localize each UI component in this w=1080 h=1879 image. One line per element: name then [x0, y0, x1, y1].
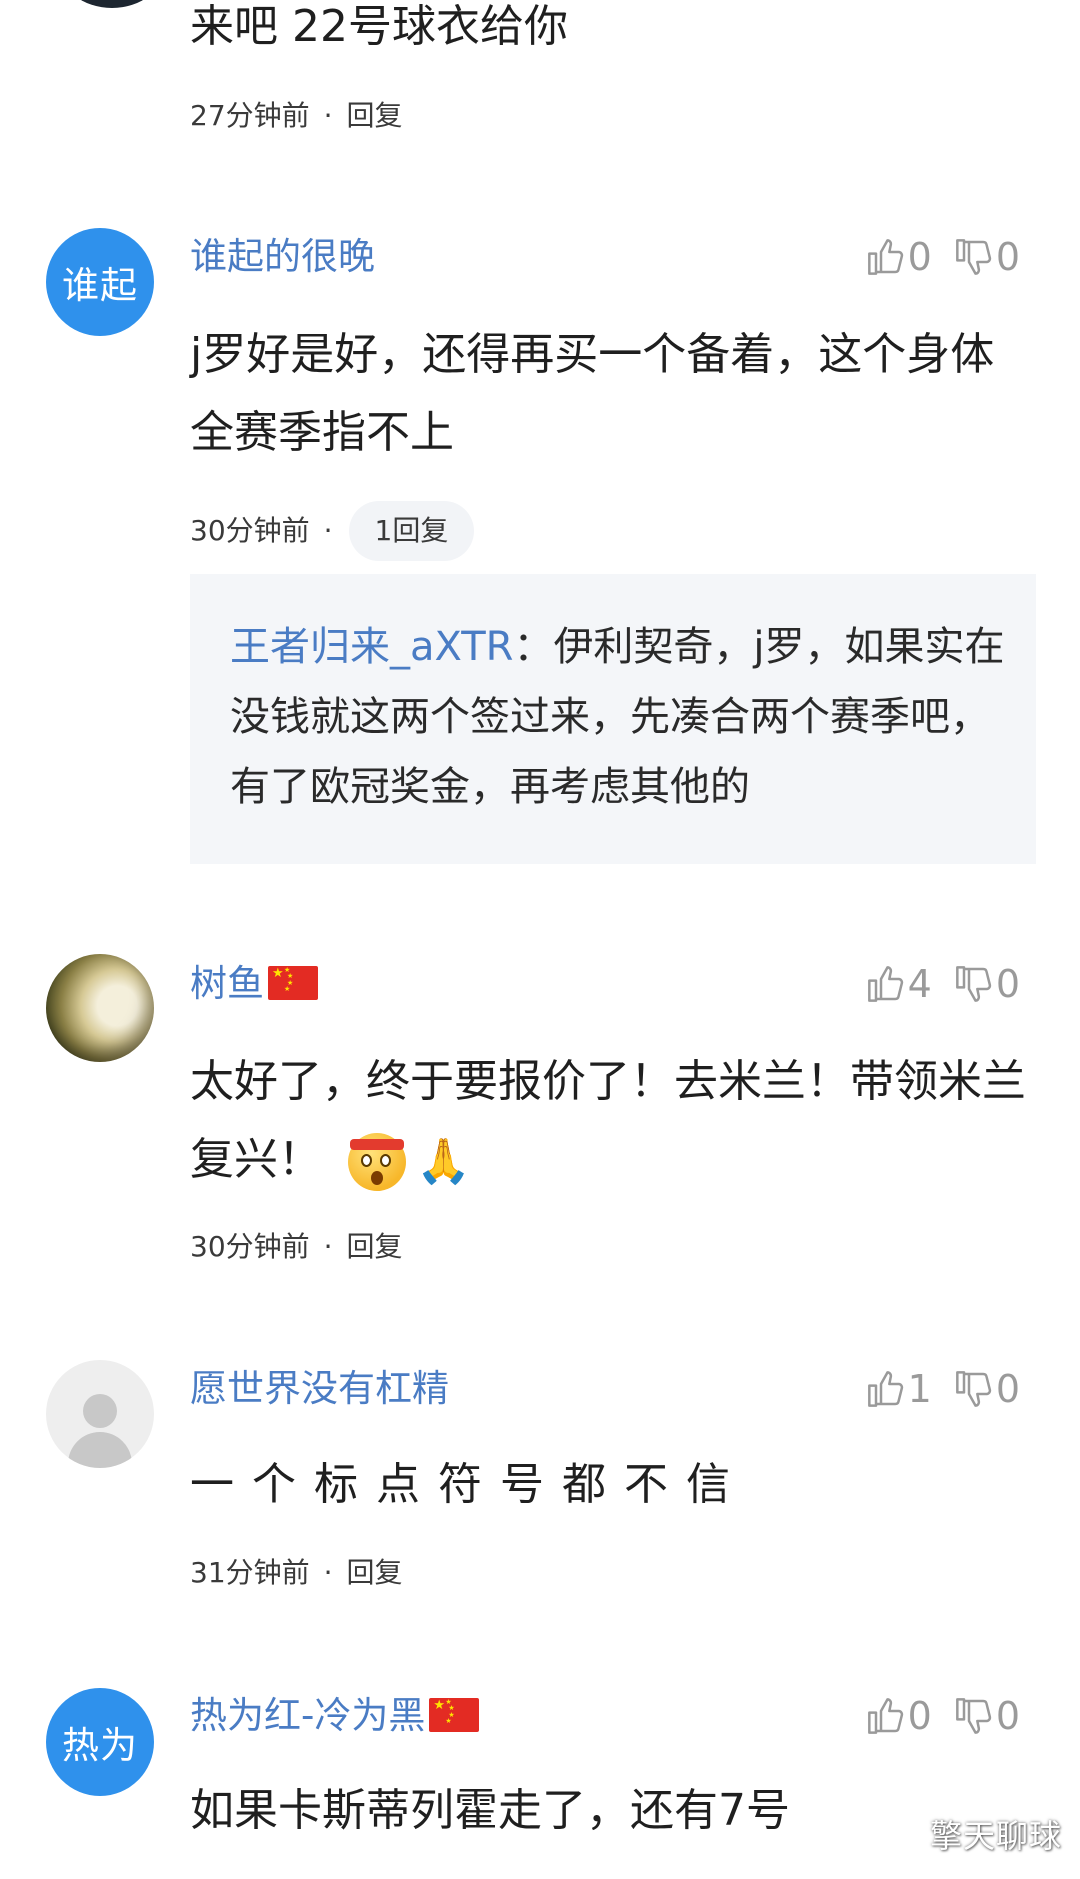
thumbs-down-icon	[955, 1371, 991, 1407]
meta-dot: ·	[323, 514, 333, 547]
dislike-count: 0	[995, 235, 1020, 279]
comment-text: 一个标点符号都不信	[190, 1459, 748, 1510]
like-button[interactable]: 1	[866, 1367, 932, 1411]
comment-text: 来吧 22号球衣给你	[190, 1, 568, 52]
thumbs-up-icon	[867, 1698, 903, 1734]
like-button[interactable]: 4	[866, 962, 932, 1006]
thumbs-down-icon	[955, 1698, 991, 1734]
username-text: 热为红-冷为黑	[190, 1694, 426, 1737]
avatar-text: 热为	[62, 1724, 138, 1767]
comment-text: 如果卡斯蒂列霍走了，还有7号	[190, 1785, 790, 1836]
reply-button[interactable]: 回复	[347, 1227, 403, 1267]
thumbs-down-icon	[955, 966, 991, 1002]
meta-dot: ·	[323, 1556, 333, 1589]
praying-hands-icon: 🙏	[416, 1136, 471, 1187]
comment-text-content: 太好了，终于要报价了！去米兰！带领米兰复兴！	[190, 1056, 1026, 1185]
dislike-button[interactable]: 0	[954, 235, 1020, 279]
like-button[interactable]: 0	[866, 235, 932, 279]
vote-group: 0 0	[866, 235, 1020, 279]
like-button[interactable]: 0	[866, 1694, 932, 1738]
watermark: 擎天聊球	[929, 1817, 1062, 1855]
comment-text: j罗好是好，还得再买一个备着，这个身体全赛季指不上	[190, 329, 995, 458]
comment-feed: 来吧 22号球衣给你 27分钟前 · 回复 谁起 谁起的很晚 0 0 j罗好是好…	[0, 0, 1080, 1879]
username[interactable]: 热为红-冷为黑 ★ ★ ★ ★ ★	[190, 1694, 480, 1738]
user-avatar[interactable]	[46, 954, 154, 1062]
vote-group: 4 0	[866, 962, 1020, 1006]
sub-reply-separator: ：	[513, 624, 554, 670]
meta-dot: ·	[323, 99, 333, 132]
view-replies-button[interactable]: 1回复	[348, 501, 475, 561]
user-avatar[interactable]: 谁起	[46, 228, 154, 336]
user-avatar[interactable]	[46, 1360, 154, 1468]
like-count: 1	[907, 1367, 932, 1411]
comment-time: 31分钟前	[190, 1556, 310, 1589]
surprised-emoji-icon	[348, 1133, 406, 1191]
default-user-avatar-icon	[46, 1360, 154, 1468]
comment-time: 27分钟前	[190, 99, 310, 132]
dislike-count: 0	[995, 1367, 1020, 1411]
dislike-count: 0	[995, 1694, 1020, 1738]
username-text: 树鱼	[190, 962, 264, 1005]
username[interactable]: 谁起的很晚	[190, 235, 375, 279]
dislike-button[interactable]: 0	[954, 962, 1020, 1006]
thumbs-up-icon	[867, 1371, 903, 1407]
like-count: 0	[907, 235, 932, 279]
thumbs-up-icon	[867, 239, 903, 275]
comment-meta: 30分钟前 · 回复	[190, 1227, 403, 1267]
china-flag-icon: ★ ★ ★ ★ ★	[268, 965, 318, 1000]
meta-dot: ·	[323, 1230, 333, 1263]
reply-button[interactable]: 回复	[347, 96, 403, 136]
vote-group: 0 0	[866, 1694, 1020, 1738]
reply-button[interactable]: 回复	[347, 1553, 403, 1593]
china-flag-icon: ★ ★ ★ ★ ★	[429, 1697, 480, 1732]
comment-time: 30分钟前	[190, 1230, 310, 1263]
thumbs-down-icon	[955, 239, 991, 275]
comment-meta: 30分钟前 · 1回复	[190, 501, 475, 561]
thumbs-up-icon	[867, 966, 903, 1002]
dislike-count: 0	[995, 962, 1020, 1006]
sub-reply-box[interactable]: 王者归来_aXTR：伊利契奇，j罗，如果实在没钱就这两个签过来，先凑合两个赛季吧…	[190, 574, 1036, 864]
dislike-button[interactable]: 0	[954, 1367, 1020, 1411]
dislike-button[interactable]: 0	[954, 1694, 1020, 1738]
comment-time: 30分钟前	[190, 514, 310, 547]
user-avatar[interactable]	[58, 0, 166, 8]
avatar-text: 谁起	[62, 264, 138, 307]
like-count: 0	[907, 1694, 932, 1738]
comment-text: 太好了，终于要报价了！去米兰！带领米兰复兴！ 🙏	[190, 1043, 1030, 1201]
like-count: 4	[907, 962, 932, 1006]
user-avatar[interactable]: 热为	[46, 1688, 154, 1796]
username[interactable]: 树鱼 ★ ★ ★ ★ ★	[190, 962, 318, 1006]
vote-group: 1 0	[866, 1367, 1020, 1411]
username[interactable]: 愿世界没有杠精	[190, 1367, 449, 1411]
sub-reply-username[interactable]: 王者归来_aXTR	[230, 624, 513, 670]
comment-meta: 31分钟前 · 回复	[190, 1553, 403, 1593]
comment-meta: 27分钟前 · 回复	[190, 96, 403, 136]
